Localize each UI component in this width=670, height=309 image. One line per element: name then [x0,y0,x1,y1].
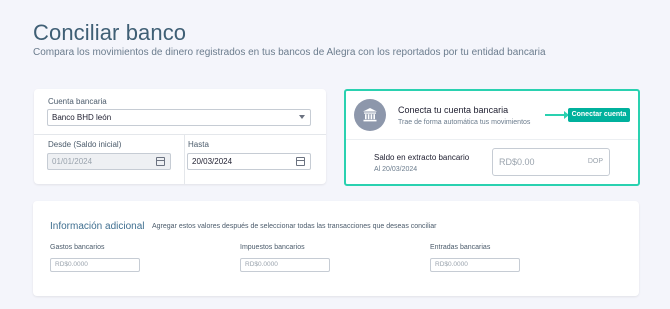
calendar-icon [156,157,165,166]
to-date-value: 20/03/2024 [192,157,233,166]
bank-taxes-input[interactable]: RD$0.0000 [240,258,330,272]
divider [346,139,638,140]
currency-label: DOP [587,158,603,165]
page-title: Conciliar banco [33,20,187,45]
divider [34,134,326,135]
bank-fees-input[interactable]: RD$0.0000 [50,258,140,272]
balance-title: Saldo en extracto bancario [374,153,470,162]
chevron-down-icon [299,115,305,119]
balance-input[interactable]: RD$0.00 DOP [492,148,610,176]
bank-taxes-label: Impuestos bancarios [240,244,305,251]
additional-info-subtitle: Agregar estos valores después de selecci… [152,223,437,230]
bank-account-card: Cuenta bancaria Banco BHD león Desde (Sa… [34,89,326,184]
additional-info-card: Información adicional Agregar estos valo… [33,201,639,296]
connect-account-button[interactable]: Conectar cuenta [568,108,630,122]
bank-fees-placeholder: RD$0.0000 [55,261,88,268]
bank-income-placeholder: RD$0.0000 [435,261,468,268]
account-label: Cuenta bancaria [48,97,107,106]
calendar-icon[interactable] [296,157,305,166]
connect-title: Conecta tu cuenta bancaria [398,105,509,115]
bank-income-label: Entradas bancarias [430,244,491,251]
account-select[interactable]: Banco BHD león [47,109,311,126]
bank-taxes-placeholder: RD$0.0000 [245,261,278,268]
additional-info-title: Información adicional [50,221,145,232]
balance-placeholder: RD$0.00 [499,157,535,167]
to-date-field[interactable]: 20/03/2024 [187,153,311,170]
from-date-field: 01/01/2024 [47,153,171,170]
bank-building-icon [363,108,377,122]
connect-subtitle: Trae de forma automática tus movimientos [398,119,531,126]
to-date-label: Hasta [188,140,209,149]
divider [184,134,185,184]
balance-date: Al 20/03/2024 [374,166,418,173]
arrow-right-icon [545,111,569,119]
bank-income-input[interactable]: RD$0.0000 [430,258,520,272]
bank-icon [354,99,386,131]
page-subtitle: Compara los movimientos de dinero regist… [33,47,546,58]
connect-bank-card: Conecta tu cuenta bancaria Trae de forma… [344,89,640,186]
account-select-value: Banco BHD león [52,113,112,122]
from-date-value: 01/01/2024 [52,157,93,166]
bank-fees-label: Gastos bancarios [50,244,105,251]
from-date-label: Desde (Saldo inicial) [48,140,122,149]
